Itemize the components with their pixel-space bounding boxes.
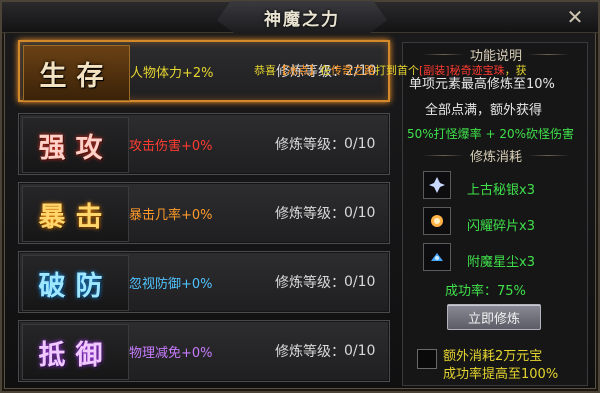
pierce-glyph: 破防 [38, 270, 113, 302]
extra-cost-line2: 成功率提高至100% [443, 367, 559, 382]
ticker-prefix: 恭喜 [254, 64, 276, 77]
title-plate: 神魔之力 [217, 1, 387, 33]
success-rate: 成功率：75% [445, 284, 526, 299]
attack-stat: 攻击伤害+0% [129, 138, 213, 154]
ticker-item: [副装]秘奇迹宝珠 [419, 64, 505, 77]
cost-section-title: 修炼消耗 [417, 146, 575, 165]
pierce-stat: 忽视防御+0% [129, 276, 213, 292]
window-title: 神魔之力 [264, 9, 340, 30]
pierce-level-value: 0/10 [344, 274, 376, 290]
ticker-place: 传奇之路 [331, 64, 375, 77]
extra-cost-line1: 额外消耗2万元宝 [443, 349, 543, 364]
attack-level-value: 0/10 [344, 136, 376, 152]
resist-glyph-box: 抵御 [22, 324, 129, 380]
row-pierce[interactable]: 破防 忽视防御+0% 修炼等级： 0/10 [18, 251, 390, 313]
item-name-shard: 闪耀碎片x3 [467, 219, 535, 234]
row-resist[interactable]: 抵御 物理减免+0% 修炼等级： 0/10 [18, 320, 390, 382]
ticker-action: 打到首个 [375, 64, 419, 77]
critical-glyph: 暴击 [38, 201, 113, 233]
title-bar: 神魔之力 ✕ [2, 1, 598, 33]
attack-glyph: 强攻 [38, 132, 113, 164]
row-attack[interactable]: 强攻 攻击伤害+0% 修炼等级： 0/10 [18, 113, 390, 175]
window-frame: 神魔之力 ✕ 生存 人物体力+2% 修炼等级： 2/10 强攻 攻击伤害+0% … [0, 0, 600, 393]
survival-glyph-box: 生存 [23, 45, 130, 101]
close-button[interactable]: ✕ [564, 6, 586, 28]
shining-shard-icon[interactable] [423, 207, 451, 235]
critical-level-label: 修炼等级： [275, 206, 345, 222]
pierce-level-label: 修炼等级： [275, 275, 345, 291]
survival-stat: 人物体力+2% [130, 65, 214, 81]
ticker-suffix: ，获 [504, 64, 527, 77]
critical-glyph-box: 暴击 [22, 186, 129, 242]
attack-glyph-box: 强攻 [22, 117, 129, 173]
attack-level-label: 修炼等级： [275, 137, 345, 153]
critical-stat: 暴击几率+0% [129, 207, 213, 223]
function-desc-2: 全部点满，额外获得 [425, 103, 543, 118]
row-critical[interactable]: 暴击 暴击几率+0% 修炼等级： 0/10 [18, 182, 390, 244]
function-title-text: 功能说明 [470, 48, 523, 64]
info-panel: 功能说明 单项元素最高修炼至10% 全部点满，额外获得 50%打怪爆率 + 20… [402, 42, 588, 386]
survival-glyph: 生存 [39, 60, 114, 92]
extra-cost-checkbox[interactable] [417, 349, 437, 369]
item-name-silver: 上古秘银x3 [467, 183, 535, 198]
silver-ore-icon[interactable] [423, 171, 451, 199]
star-dust-icon[interactable] [423, 243, 451, 271]
cultivate-now-button[interactable]: 立即修炼 [447, 304, 541, 330]
announcement-ticker: 恭喜【冰点】在传奇之路打到首个[副装]秘奇迹宝珠，获 [254, 62, 580, 78]
cost-title-text: 修炼消耗 [470, 149, 523, 165]
function-desc-3: 50%打怪爆率 + 20%砍怪伤害 [407, 127, 575, 141]
item-name-dust: 附魔星尘x3 [467, 255, 535, 270]
resist-level-label: 修炼等级： [275, 344, 345, 360]
resist-stat: 物理减免+0% [129, 345, 213, 361]
resist-glyph: 抵御 [38, 339, 113, 371]
ticker-mid: 在 [320, 64, 331, 77]
function-section-title: 功能说明 [417, 45, 575, 64]
ticker-player: 【冰点】 [276, 64, 320, 77]
pierce-glyph-box: 破防 [22, 255, 129, 311]
critical-level-value: 0/10 [344, 205, 376, 221]
resist-level-value: 0/10 [344, 343, 376, 359]
